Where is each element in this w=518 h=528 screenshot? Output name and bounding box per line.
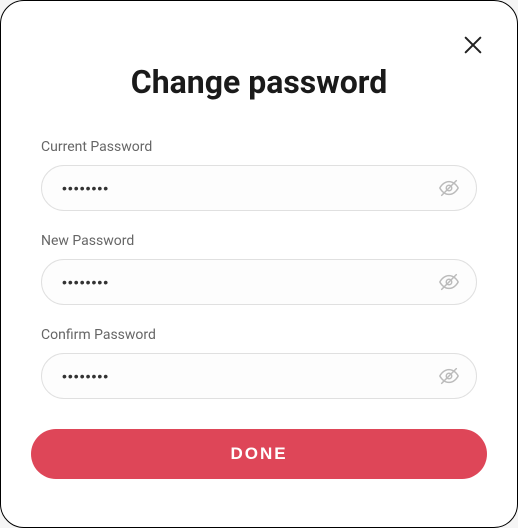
- eye-off-icon: [438, 177, 460, 199]
- new-password-label: New Password: [41, 233, 477, 249]
- toggle-current-password-visibility[interactable]: [437, 176, 461, 200]
- close-icon: [462, 34, 484, 56]
- new-password-wrapper: [41, 259, 477, 305]
- current-password-wrapper: [41, 165, 477, 211]
- toggle-confirm-password-visibility[interactable]: [437, 364, 461, 388]
- eye-off-icon: [438, 271, 460, 293]
- eye-off-icon: [438, 365, 460, 387]
- confirm-password-group: Confirm Password: [31, 327, 487, 399]
- new-password-group: New Password: [31, 233, 487, 305]
- change-password-dialog: Change password Current Password New Pas…: [0, 0, 518, 528]
- confirm-password-wrapper: [41, 353, 477, 399]
- new-password-input[interactable]: [41, 259, 477, 305]
- current-password-input[interactable]: [41, 165, 477, 211]
- confirm-password-input[interactable]: [41, 353, 477, 399]
- done-button[interactable]: DONE: [31, 429, 487, 479]
- toggle-new-password-visibility[interactable]: [437, 270, 461, 294]
- confirm-password-label: Confirm Password: [41, 327, 477, 343]
- close-button[interactable]: [461, 33, 485, 57]
- current-password-group: Current Password: [31, 139, 487, 211]
- current-password-label: Current Password: [41, 139, 477, 155]
- dialog-title: Change password: [31, 63, 487, 101]
